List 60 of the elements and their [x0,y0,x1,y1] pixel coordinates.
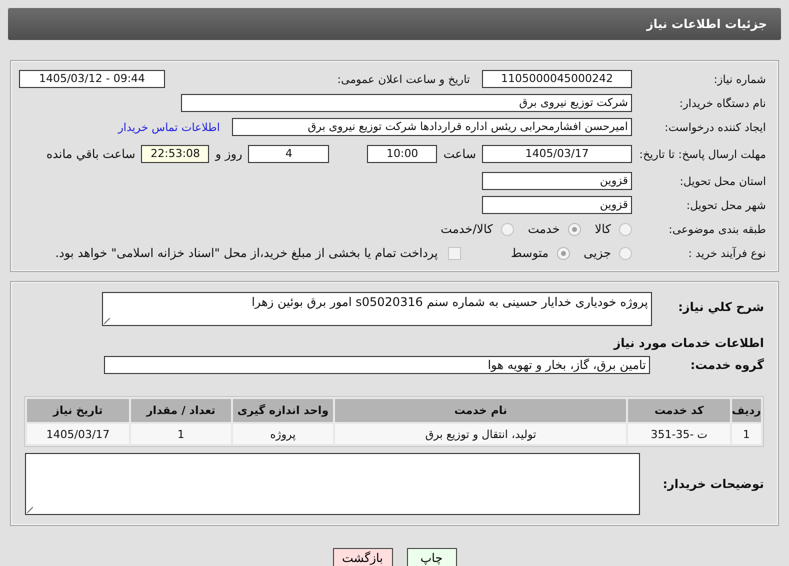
option-label: خدمت [528,222,560,236]
field-label: مهلت ارسال پاسخ: تا تاریخ: [638,148,767,160]
table-cell: 1 [130,424,231,444]
remaining-label: ساعت باقي مانده [46,147,136,161]
table-cell: تولید، انتقال و توزیع برق [334,424,626,444]
field-label: توضیحات خریدار: [662,477,764,491]
column-header: تعداد / مقدار [130,399,231,422]
resize-grip-icon [104,318,110,324]
service-group-field: تامین برق، گاز، بخار و تهویه هوا [104,356,650,374]
table-cell: ت -35-351 [628,424,730,444]
table-cell: 1 [732,424,761,444]
column-header: تاریخ نیاز [27,399,129,422]
contact-link[interactable]: اطلاعات تماس خریدار [118,120,220,134]
checkbox[interactable] [448,246,461,260]
back-button[interactable]: بازگشت [332,548,392,566]
field-label: طبقه بندی موضوعی: [668,222,767,236]
option-label: متوسط [510,246,549,260]
field-label: نوع فرآیند خرید : [687,246,767,260]
section-heading: اطلاعات خدمات مورد نیاز [612,335,764,352]
column-header: کد خدمت [628,399,730,422]
deadline-time-field: 10:00 [367,145,438,163]
column-header: نام خدمت [334,399,626,422]
column-header: ردیف [732,399,761,422]
need-number-field: 1105000045000242 [482,70,632,88]
field-label: استان محل تحویل: [678,174,767,188]
remaining-time-field: 22:53:08 [141,145,210,163]
description-text: پروژه خودیاری خدایار حسینی به شماره سنم s05020316 امور برق بوئین زهرا [252,295,648,309]
description-textarea[interactable]: پروژه خودیاری خدایار حسینی به شماره سنم s05020316 امور برق بوئین زهرا [102,292,652,326]
radio-button[interactable] [619,222,632,236]
radio-button[interactable] [556,246,570,260]
field-label: گروه خدمت: [689,358,764,372]
field-label: ایجاد کننده درخواست: [664,120,767,134]
requester-field: امیرحسن افشارمحرابی ریئس اداره قراردادها شرکت توزیع نیروی برق [232,118,632,136]
province-field: قزوین [482,172,632,190]
checkbox-label: پرداخت تمام یا بخشی از مبلغ خرید،از محل "اسناد خزانه اسلامی" خواهد بود. [55,246,438,260]
buyer-org-field: شرکت توزیع نیروی برق [181,94,632,112]
print-button[interactable]: چاپ [406,548,456,566]
option-label: کالا [594,222,611,236]
radio-button[interactable] [500,222,514,236]
time-label: ساعت [443,147,476,161]
field-label: شرح کلي نياز: [677,299,764,314]
table-cell: 1405/03/17 [27,424,129,444]
column-header: واحد اندازه گیری [232,399,333,422]
table-cell: پروژه [232,424,333,444]
option-label: جزیی [584,246,611,260]
page-title: جزئیات اطلاعات نیاز [646,17,767,31]
radio-button[interactable] [619,246,632,260]
notes-textarea[interactable] [25,453,640,515]
city-field: قزوین [482,196,632,214]
field-label: نام دستگاه خریدار: [678,96,767,110]
radio-button[interactable] [568,222,581,236]
days-label: روز و [215,147,242,161]
field-label: شماره نیاز: [712,72,767,86]
deadline-date-field: 1405/03/17 [482,145,632,163]
field-label: تاریخ و ساعت اعلان عمومی: [337,72,470,86]
resize-grip-icon [27,507,33,513]
announce-date-field: 1405/03/12 - 09:44 [19,70,165,88]
days-field: 4 [248,145,330,163]
field-label: شهر محل تحویل: [685,198,767,212]
option-label: کالا/خدمت [440,222,493,236]
